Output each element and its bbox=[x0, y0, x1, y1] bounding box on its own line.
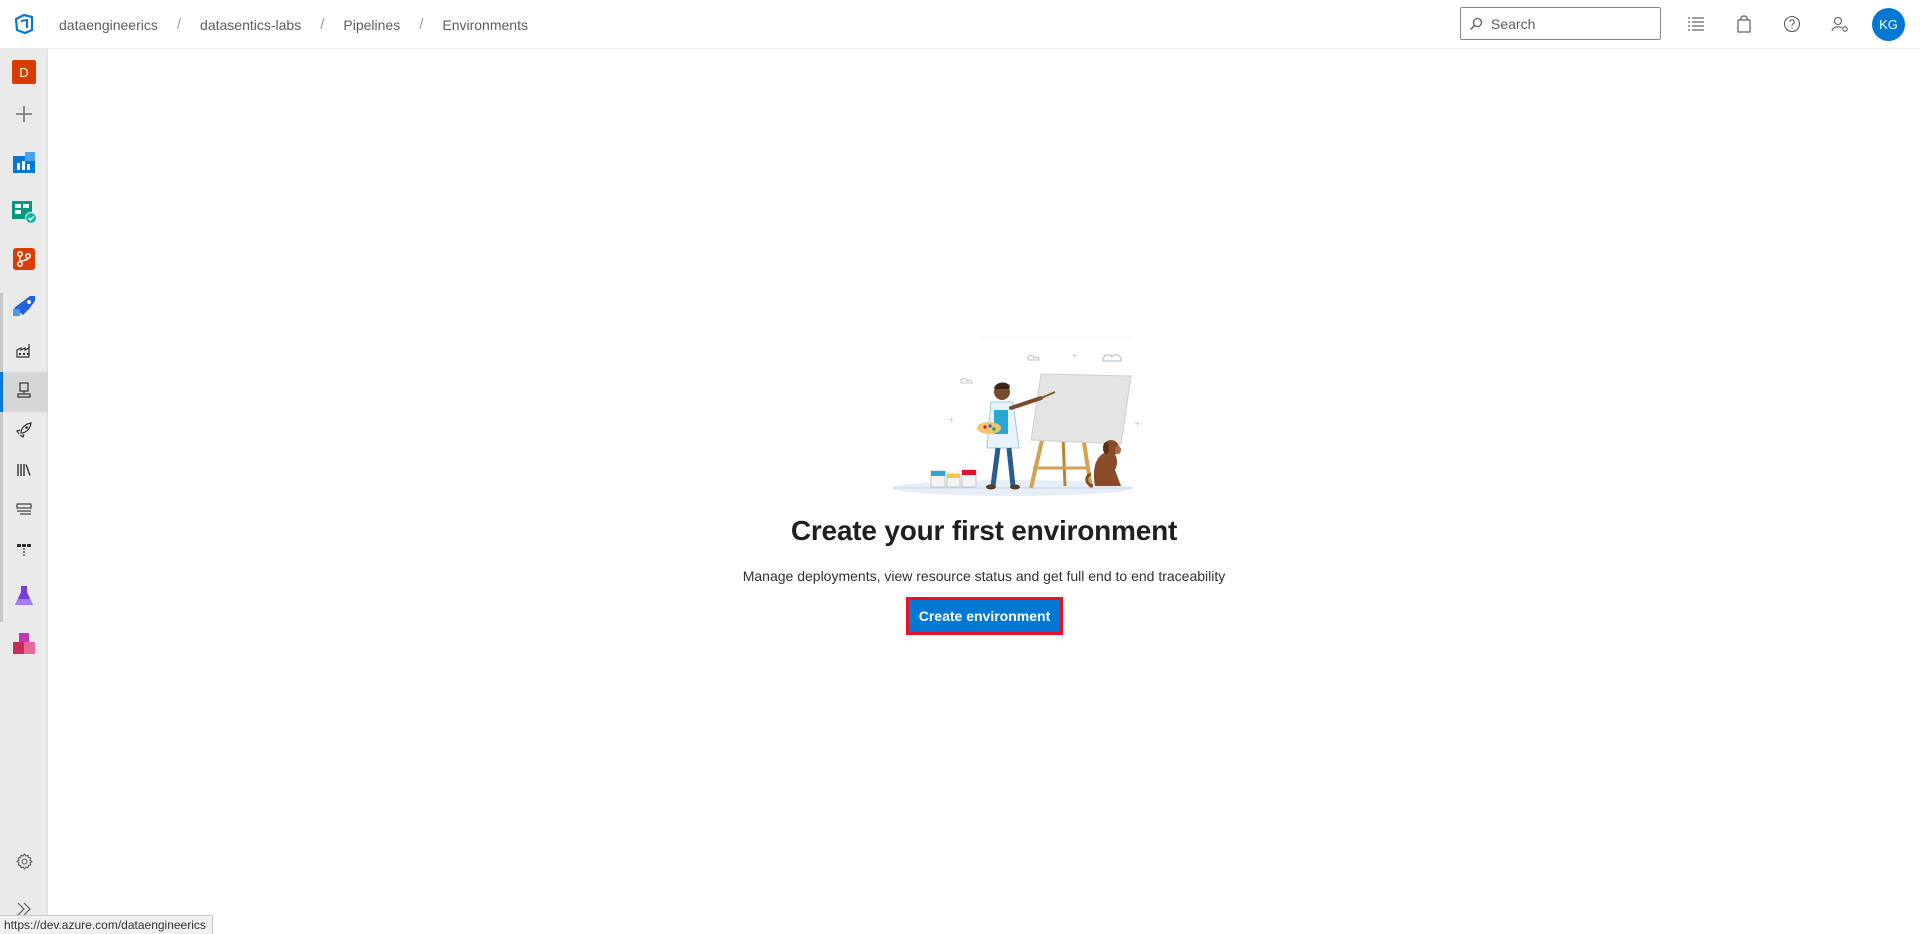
empty-state-title: Create your first environment bbox=[790, 515, 1178, 546]
repos-icon bbox=[12, 247, 36, 276]
breadcrumb-separator: / bbox=[419, 16, 424, 33]
search-box[interactable] bbox=[1460, 7, 1661, 40]
breadcrumb-separator: / bbox=[320, 16, 325, 33]
sidebar-item-library[interactable] bbox=[0, 452, 48, 492]
breadcrumb-pipelines[interactable]: Pipelines bbox=[343, 13, 400, 37]
breadcrumb-organization[interactable]: dataengineerics bbox=[59, 13, 158, 37]
sidebar-item-pipelines-builds[interactable] bbox=[0, 332, 48, 372]
organization-button[interactable]: D bbox=[0, 52, 48, 92]
artifacts-icon bbox=[12, 632, 36, 661]
sidebar-item-releases[interactable] bbox=[0, 412, 48, 452]
breadcrumb-project[interactable]: datasentics-labs bbox=[200, 13, 301, 37]
gear-icon bbox=[15, 853, 33, 875]
svg-text:+: + bbox=[948, 415, 955, 424]
main-content: + + + Create your first environment Mana… bbox=[48, 49, 1920, 934]
project-settings-button[interactable] bbox=[0, 844, 48, 884]
sidebar-item-artifacts[interactable] bbox=[0, 626, 48, 666]
sidebar-item-boards[interactable] bbox=[0, 193, 48, 233]
deployment-groups-icon bbox=[16, 542, 32, 563]
status-bar-url: https://dev.azure.com/dataengineerics bbox=[0, 915, 213, 934]
boards-icon bbox=[11, 198, 37, 229]
sidebar-item-test-plans[interactable] bbox=[0, 578, 48, 618]
sidebar-item-overview[interactable] bbox=[0, 145, 48, 185]
help-icon[interactable] bbox=[1778, 10, 1806, 38]
top-header: dataengineerics / datasentics-labs / Pip… bbox=[0, 0, 1920, 49]
environments-icon bbox=[16, 381, 32, 403]
task-list-icon[interactable] bbox=[1682, 10, 1710, 38]
search-icon bbox=[1461, 17, 1491, 31]
flask-icon bbox=[12, 584, 36, 613]
svg-text:+: + bbox=[1071, 351, 1078, 360]
sidebar-item-environments[interactable] bbox=[0, 372, 48, 412]
organization-badge: D bbox=[12, 60, 36, 84]
empty-state-description: Manage deployments, view resource status… bbox=[742, 568, 1226, 584]
azure-devops-logo-icon[interactable] bbox=[8, 8, 40, 40]
library-icon bbox=[16, 462, 32, 483]
create-environment-highlight: Create environment bbox=[906, 597, 1063, 635]
factory-icon bbox=[16, 342, 32, 363]
new-item-button[interactable] bbox=[0, 96, 48, 136]
left-navigation-rail: D bbox=[0, 49, 48, 934]
plus-icon bbox=[15, 105, 33, 128]
sidebar-item-task-groups[interactable] bbox=[0, 492, 48, 532]
marketplace-bag-icon[interactable] bbox=[1730, 10, 1758, 38]
user-avatar[interactable]: KG bbox=[1872, 8, 1905, 41]
task-groups-icon bbox=[16, 502, 32, 522]
sidebar-item-repos[interactable] bbox=[0, 241, 48, 281]
breadcrumb: dataengineerics / datasentics-labs / Pip… bbox=[59, 0, 528, 49]
svg-text:+: + bbox=[1134, 419, 1141, 428]
overview-icon bbox=[12, 151, 36, 180]
sidebar-item-pipelines[interactable] bbox=[0, 289, 48, 329]
painter-illustration: + + + bbox=[863, 335, 1163, 501]
create-environment-button[interactable]: Create environment bbox=[909, 600, 1060, 632]
breadcrumb-separator: / bbox=[176, 16, 182, 33]
rocket-icon bbox=[16, 421, 32, 443]
sidebar-item-deployment-groups[interactable] bbox=[0, 532, 48, 572]
breadcrumb-environments[interactable]: Environments bbox=[442, 13, 528, 37]
user-settings-icon[interactable] bbox=[1826, 10, 1854, 38]
pipelines-icon bbox=[11, 294, 37, 325]
search-input[interactable] bbox=[1491, 9, 1651, 38]
